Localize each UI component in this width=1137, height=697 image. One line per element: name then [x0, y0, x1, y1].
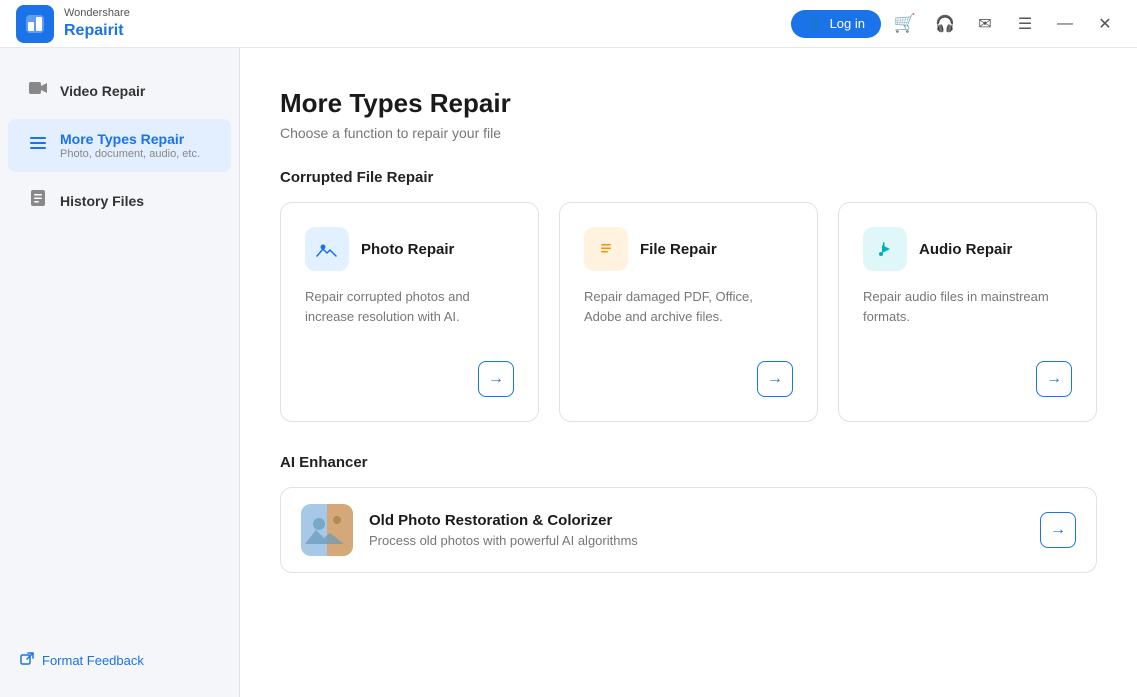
feedback-external-icon: [20, 652, 34, 669]
photo-repair-desc: Repair corrupted photos and increase res…: [305, 287, 514, 361]
sidebar: Video Repair More Types Repair Photo, do…: [0, 48, 240, 697]
format-feedback-label: Format Feedback: [42, 653, 144, 668]
logo-brand: Wondershare: [64, 7, 130, 20]
photo-repair-icon-wrap: [305, 227, 349, 271]
mail-button[interactable]: ✉: [969, 8, 1001, 40]
enhancer-icon-wrap: [301, 504, 353, 556]
sidebar-item-history-label: History Files: [60, 193, 144, 209]
audio-repair-arrow: →: [863, 361, 1072, 397]
login-person-icon: 👤: [807, 16, 823, 32]
audio-repair-arrow-btn[interactable]: →: [1036, 361, 1072, 397]
headset-button[interactable]: 🎧: [929, 8, 961, 40]
audio-repair-icon-wrap: [863, 227, 907, 271]
history-icon: [28, 188, 48, 213]
sidebar-item-more-types-label: More Types Repair: [60, 131, 200, 147]
ai-enhancer-section: AI Enhancer Old Photo Restoration & Colo…: [280, 454, 1097, 573]
mail-icon: ✉: [978, 14, 991, 34]
ai-section-title: AI Enhancer: [280, 454, 1097, 471]
menu-button[interactable]: ☰: [1009, 8, 1041, 40]
sidebar-bottom: Format Feedback: [0, 640, 239, 681]
file-repair-card[interactable]: File Repair Repair damaged PDF, Office, …: [559, 202, 818, 422]
minimize-icon: —: [1057, 15, 1073, 33]
audio-repair-card-header: Audio Repair: [863, 227, 1072, 271]
minimize-button[interactable]: —: [1049, 8, 1081, 40]
page-title: More Types Repair: [280, 88, 1097, 119]
page-subtitle: Choose a function to repair your file: [280, 125, 1097, 141]
headset-icon: 🎧: [935, 14, 955, 34]
sidebar-item-video-repair-text: Video Repair: [60, 83, 145, 99]
corrupted-section-title: Corrupted File Repair: [280, 169, 1097, 186]
file-repair-arrow-btn[interactable]: →: [757, 361, 793, 397]
main-content: More Types Repair Choose a function to r…: [240, 48, 1137, 697]
file-repair-icon-wrap: [584, 227, 628, 271]
app-logo: Wondershare Repairit: [16, 5, 130, 43]
cart-button[interactable]: 🛒: [889, 8, 921, 40]
enhancer-desc: Process old photos with powerful AI algo…: [369, 533, 1024, 548]
audio-repair-desc: Repair audio files in mainstream formats…: [863, 287, 1072, 361]
more-types-icon: [28, 133, 48, 158]
sidebar-item-more-types-text: More Types Repair Photo, document, audio…: [60, 131, 200, 160]
app-body: Video Repair More Types Repair Photo, do…: [0, 48, 1137, 697]
format-feedback-link[interactable]: Format Feedback: [20, 652, 219, 669]
file-repair-arrow: →: [584, 361, 793, 397]
file-repair-card-header: File Repair: [584, 227, 793, 271]
close-icon: ✕: [1098, 14, 1111, 34]
photo-repair-arrow-btn[interactable]: →: [478, 361, 514, 397]
enhancer-text: Old Photo Restoration & Colorizer Proces…: [369, 512, 1024, 548]
logo-icon: [16, 5, 54, 43]
titlebar: Wondershare Repairit 👤 Log in 🛒 🎧 ✉ ☰ — …: [0, 0, 1137, 48]
enhancer-arrow-btn[interactable]: →: [1040, 512, 1076, 548]
photo-repair-card-header: Photo Repair: [305, 227, 514, 271]
sidebar-item-history-text: History Files: [60, 193, 144, 209]
file-repair-title: File Repair: [640, 241, 717, 258]
close-button[interactable]: ✕: [1089, 8, 1121, 40]
sidebar-item-more-types[interactable]: More Types Repair Photo, document, audio…: [8, 119, 231, 172]
old-photo-restoration-card[interactable]: Old Photo Restoration & Colorizer Proces…: [280, 487, 1097, 573]
audio-repair-card[interactable]: Audio Repair Repair audio files in mains…: [838, 202, 1097, 422]
photo-repair-arrow: →: [305, 361, 514, 397]
logo-product: Repairit: [64, 21, 130, 40]
enhancer-title: Old Photo Restoration & Colorizer: [369, 512, 1024, 529]
sidebar-item-video-repair[interactable]: Video Repair: [8, 66, 231, 115]
audio-repair-title: Audio Repair: [919, 241, 1012, 258]
login-label: Log in: [830, 16, 865, 31]
sidebar-item-video-repair-label: Video Repair: [60, 83, 145, 99]
sidebar-item-more-types-sub: Photo, document, audio, etc.: [60, 148, 200, 160]
file-repair-desc: Repair damaged PDF, Office, Adobe and ar…: [584, 287, 793, 361]
cards-grid: Photo Repair Repair corrupted photos and…: [280, 202, 1097, 422]
cart-icon: 🛒: [894, 13, 916, 34]
login-button[interactable]: 👤 Log in: [791, 10, 881, 38]
photo-repair-card[interactable]: Photo Repair Repair corrupted photos and…: [280, 202, 539, 422]
photo-repair-title: Photo Repair: [361, 241, 454, 258]
video-repair-icon: [28, 78, 48, 103]
list-icon: ☰: [1018, 14, 1032, 34]
titlebar-actions: 👤 Log in 🛒 🎧 ✉ ☰ — ✕: [791, 8, 1121, 40]
sidebar-item-history[interactable]: History Files: [8, 176, 231, 225]
logo-text: Wondershare Repairit: [64, 7, 130, 39]
